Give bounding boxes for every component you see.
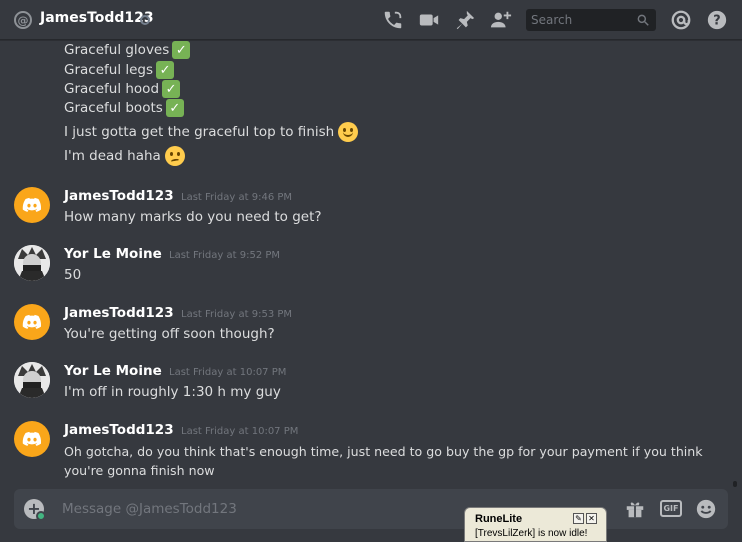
timestamp: Last Friday at 10:07 PM [181,426,299,437]
message-line: Graceful gloves ✓ [64,41,191,59]
message-text: Graceful boots [64,100,163,116]
woozy-emoji [164,146,185,166]
author-name[interactable]: JamesTodd123 [64,422,174,438]
message-text: I just gotta get the graceful top to fin… [64,124,335,140]
search-bar[interactable] [526,9,656,31]
discord-logo-icon [22,431,42,446]
video-icon[interactable] [418,9,440,31]
mention-icon[interactable] [670,9,692,31]
discord-logo-icon [22,197,42,212]
message-text: Graceful legs [64,62,154,78]
timestamp: Last Friday at 9:52 PM [169,250,281,261]
message-line: Graceful boots ✓ [64,99,184,117]
author-name[interactable]: Yor Le Moine [64,246,162,262]
message-text: Oh gotcha, do you think that's enough ti… [64,444,703,459]
message-group: JamesTodd123 Last Friday at 9:53 PM You'… [0,304,742,352]
timestamp: Last Friday at 9:46 PM [181,192,293,203]
avatar[interactable] [14,245,50,281]
notification-title: RuneLite [475,513,523,525]
user-avatar-image [14,245,50,281]
discord-logo-icon [22,314,42,329]
message-text: I'm off in roughly 1:30 h my guy [64,384,281,400]
emoji-picker-icon[interactable] [695,498,717,520]
message-text: 50 [64,267,82,283]
add-friend-icon[interactable] [490,9,512,31]
runelite-notification[interactable]: RuneLite ✎ ✕ [TrevsLilZerk] is now idle! [464,507,607,542]
scrollbar-thumb[interactable] [733,481,737,487]
search-input[interactable] [526,9,634,31]
timestamp: Last Friday at 9:53 PM [181,309,293,320]
upload-badge-icon [36,511,46,521]
author-name[interactable]: JamesTodd123 [64,305,174,321]
help-icon[interactable]: ? [706,9,728,31]
message-group: Yor Le Moine Last Friday at 9:52 PM 50 [0,245,742,293]
notification-body: [TrevsLilZerk] is now idle! [475,528,588,539]
message-group: JamesTodd123 Last Friday at 10:07 PM Oh … [0,421,742,481]
check-mark-emoji: ✓ [165,99,184,117]
message-line: Graceful legs ✓ [64,61,175,79]
message-text: Graceful hood [64,81,160,97]
message-text: Graceful gloves [64,42,170,58]
gif-button[interactable]: GIF [660,500,682,517]
user-avatar-image [14,362,50,398]
channel-header: @ JamesTodd123 ? [0,0,742,40]
channel-name: JamesTodd123 [40,10,154,26]
message-text: you're gonna finish now [64,463,215,478]
svg-text:?: ? [713,14,720,29]
avatar[interactable] [14,421,50,457]
avatar[interactable] [14,187,50,223]
message-list: Graceful gloves ✓ Graceful legs ✓ Gracef… [0,41,742,487]
check-mark-emoji: ✓ [162,80,181,98]
notification-close-icon[interactable]: ✕ [586,513,597,524]
message-text: How many marks do you need to get? [64,209,322,225]
at-icon: @ [14,11,32,29]
message-group: JamesTodd123 Last Friday at 9:46 PM How … [0,187,742,235]
avatar[interactable] [14,362,50,398]
message-line: I'm dead haha [64,146,185,166]
timestamp: Last Friday at 10:07 PM [169,367,287,378]
author-name[interactable]: Yor Le Moine [64,363,162,379]
search-icon [637,14,649,26]
call-icon[interactable] [382,9,404,31]
notification-settings-icon[interactable]: ✎ [573,513,584,524]
offline-status-icon [140,15,150,25]
pin-icon[interactable] [454,9,476,31]
smile-emoji [338,122,359,142]
check-mark-emoji: ✓ [156,61,175,79]
message-composer: + GIF [14,489,728,529]
message-group: Yor Le Moine Last Friday at 10:07 PM I'm… [0,362,742,410]
message-line: I just gotta get the graceful top to fin… [64,122,359,142]
message-text: You're getting off soon though? [64,326,275,342]
author-name[interactable]: JamesTodd123 [64,188,174,204]
gift-icon[interactable] [624,498,646,520]
avatar[interactable] [14,304,50,340]
check-mark-emoji: ✓ [172,41,191,59]
message-text: I'm dead haha [64,148,161,164]
message-line: Graceful hood ✓ [64,80,181,98]
